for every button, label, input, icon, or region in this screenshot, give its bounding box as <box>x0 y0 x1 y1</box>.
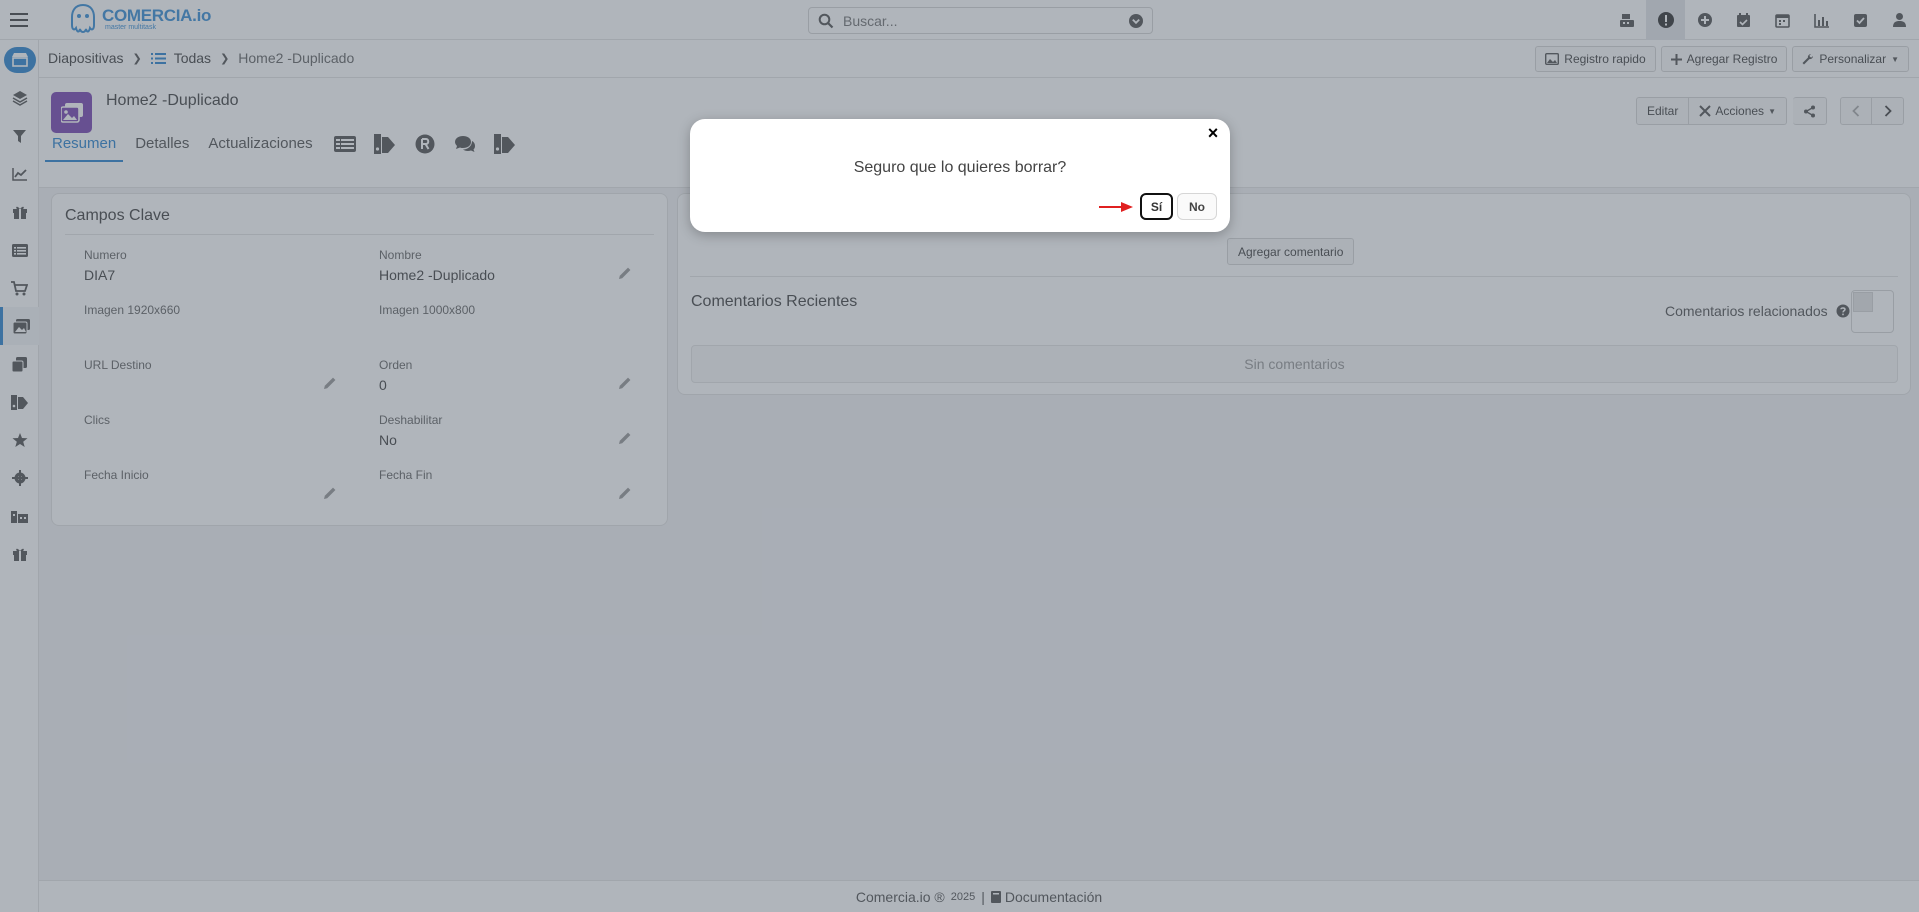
confirm-no-button[interactable]: No <box>1177 193 1217 220</box>
confirm-delete-dialog: × Seguro que lo quieres borrar? Sí No <box>690 119 1230 232</box>
confirm-yes-button[interactable]: Sí <box>1140 193 1173 220</box>
close-icon[interactable]: × <box>1205 123 1221 143</box>
red-arrow-icon <box>1099 202 1133 212</box>
confirm-message: Seguro que lo quieres borrar? <box>853 159 1067 176</box>
